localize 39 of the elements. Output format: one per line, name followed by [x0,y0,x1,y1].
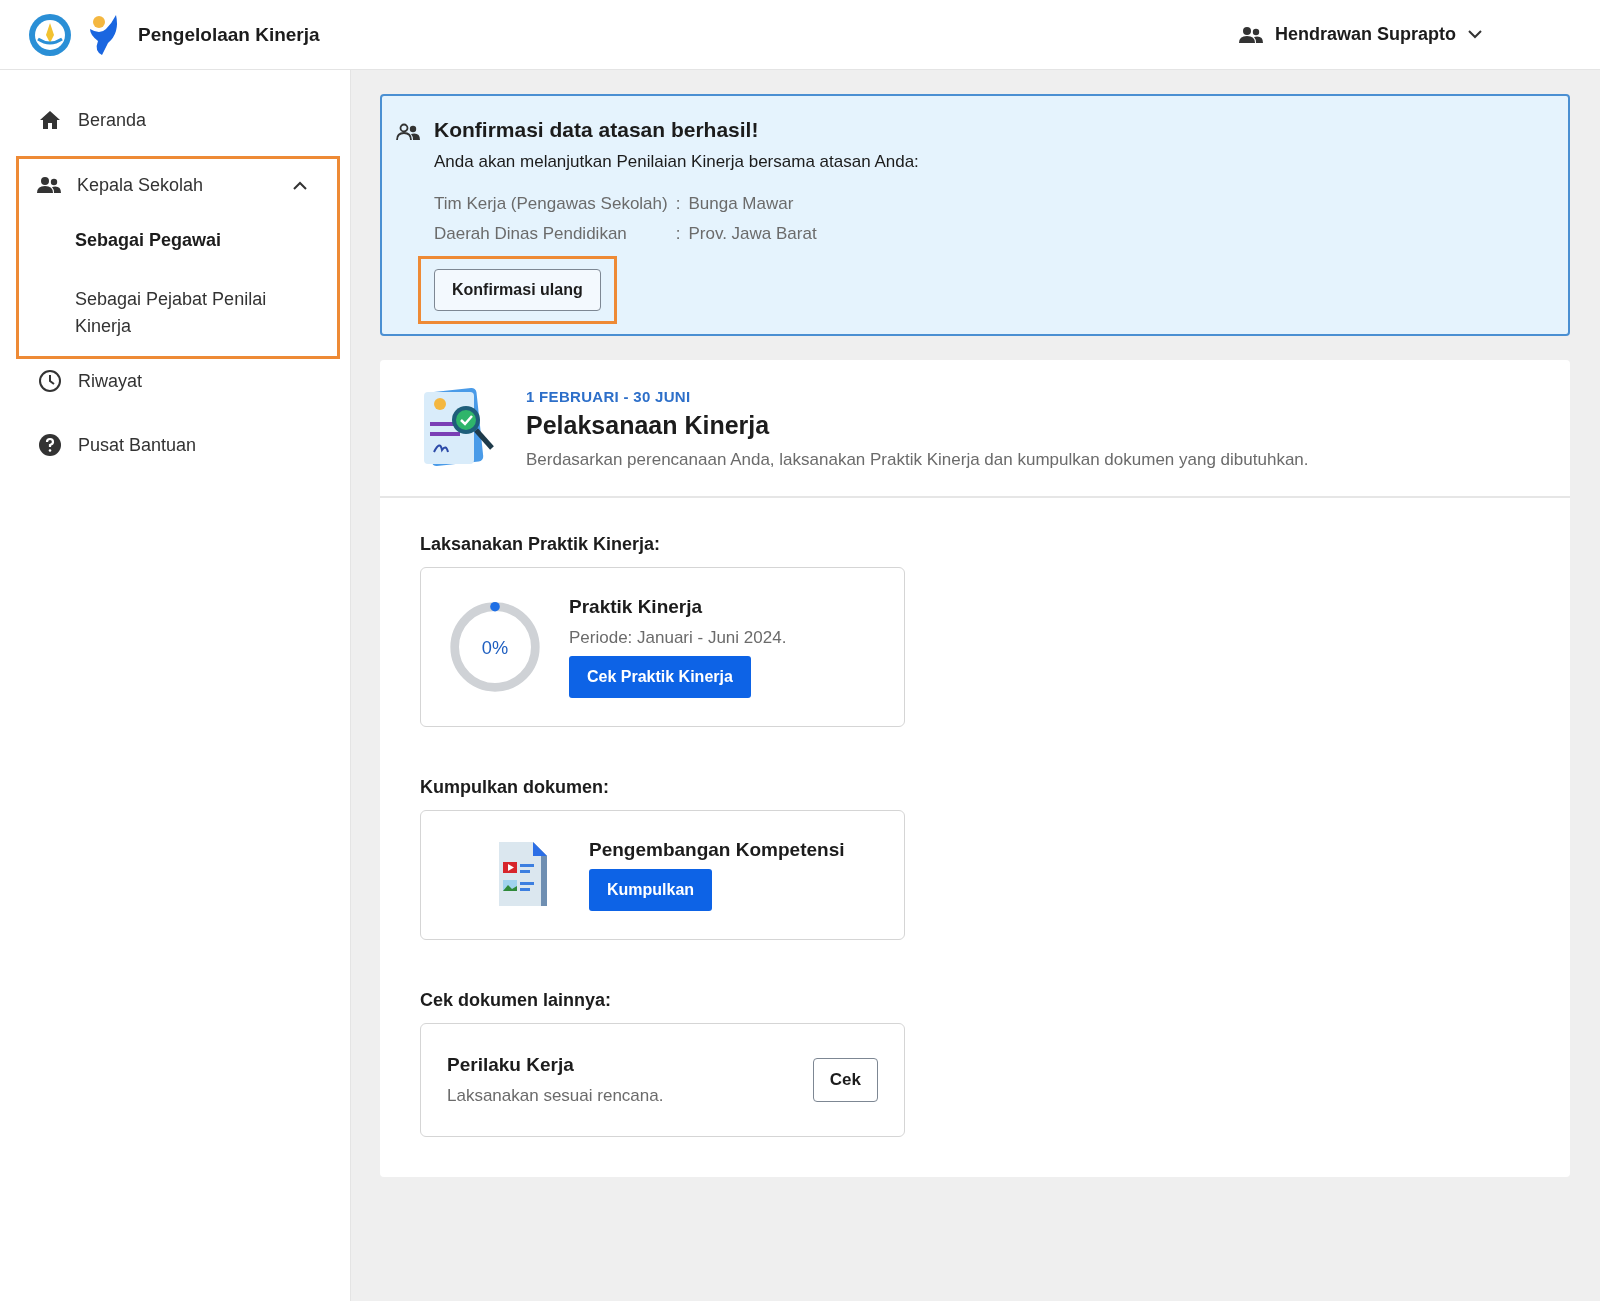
nav-item[interactable]: Pusat Bantuan [16,413,340,477]
user-menu[interactable]: Hendrawan Suprapto [1238,24,1482,45]
field-separator: : [675,224,681,244]
field-value: Prov. Jawa Barat [688,224,818,244]
check-practice-button[interactable]: Cek Praktik Kinerja [569,656,751,698]
section-heading: Cek dokumen lainnya: [420,990,613,1011]
alert-message: Anda akan melanjutkan Penilaian Kinerja bersama atasan Anda: [434,152,919,172]
nav-group-header[interactable]: Kepala Sekolah [19,159,337,211]
progress-dot [490,601,500,612]
section-heading: Laksanakan Praktik Kinerja: [420,534,662,555]
users-icon [396,122,420,142]
check-button[interactable]: Cek [812,1058,878,1102]
help-icon [38,433,62,457]
emblem-logo-icon [28,12,72,57]
field-separator: : [675,194,681,214]
progress-ring: 0% [447,599,543,695]
app-title: Pengelolaan Kinerja [138,23,320,46]
alert-title: Konfirmasi data atasan berhasil! [434,118,760,142]
section-heading: Kumpulkan dokumen: [420,777,610,798]
date-range: 1 FEBRUARI - 30 JUNI [526,388,692,405]
field-label: Tim Kerja (Pengawas Sekolah) [434,194,668,214]
card-description: Berdasarkan perencanaan Anda, laksanakan Praktik Kinerja dan kumpulkan dokumen yang dibutuhkan. [526,450,1309,470]
chevron-down-icon [1468,30,1482,39]
task-description: Laksanakan sesuai rencana. [447,1086,664,1106]
collect-button[interactable]: Kumpulkan [589,869,713,911]
task-title: Perilaku Kerja [447,1054,575,1076]
field-label: Daerah Dinas Pendidikan [434,224,628,244]
task-title: Pengembangan Kompetensi [589,839,845,861]
users-icon [1238,25,1263,44]
clock-icon [38,369,62,393]
field-value: Bunga Mawar [688,194,795,214]
card-title: Pelaksanaan Kinerja [526,411,771,440]
task-period: Periode: Januari - Juni 2024. [569,628,787,648]
home-icon [38,108,62,132]
reconfirm-button[interactable]: Konfirmasi ulang [434,269,601,311]
nav-item[interactable]: Beranda [16,88,340,152]
task-title: Praktik Kinerja [569,596,704,618]
chevron-up-icon [293,180,307,190]
nav-subitem[interactable]: Sebagai Pegawai [19,211,337,270]
